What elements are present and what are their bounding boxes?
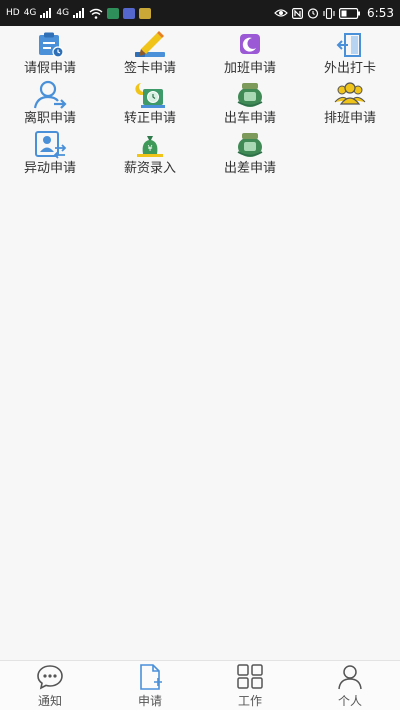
regular-clock-icon	[133, 80, 167, 110]
tab-work-label: 工作	[237, 693, 262, 708]
wifi-icon	[89, 8, 103, 19]
salary-entry-label: 薪资录入	[123, 161, 176, 176]
salary-moneybag-icon: ¥	[133, 130, 167, 160]
out-checkin-label: 外出打卡	[323, 61, 376, 76]
vehicle-jar-icon	[233, 80, 267, 110]
tab-work[interactable]: 工作	[200, 661, 300, 710]
sign-card-request-label: 签卡申请	[123, 61, 176, 76]
salary-entry-item[interactable]: ¥ 薪资录入	[100, 130, 200, 180]
schedule-request-label: 排班申请	[323, 111, 376, 126]
signal-2-label: 4G	[56, 8, 70, 18]
tab-apply-label: 申请	[137, 693, 162, 708]
application-grid: 请假申请 签卡申请 加班申请 外出打卡 离职申请 转正申请 出车申请 排班申请 …	[0, 30, 400, 180]
leave-calendar-icon	[33, 30, 67, 60]
sign-card-pencil-icon	[133, 30, 167, 60]
vibrate-icon	[323, 7, 335, 19]
business-trip-request-item[interactable]: 出差申请	[200, 130, 300, 180]
battery-icon	[339, 7, 361, 19]
tab-notifications[interactable]: 通知	[0, 661, 100, 710]
regularization-request-item[interactable]: 转正申请	[100, 80, 200, 130]
bottom-tab-bar: 通知 申请 工作 个人	[0, 660, 400, 710]
tab-notifications-label: 通知	[37, 693, 62, 708]
nfc-icon	[292, 7, 304, 19]
status-bar-right: 6:53	[274, 6, 394, 20]
person-icon	[335, 663, 365, 691]
svg-text:¥: ¥	[147, 144, 152, 153]
overtime-request-label: 加班申请	[223, 61, 276, 76]
vehicle-request-item[interactable]: 出车申请	[200, 80, 300, 130]
signal-1-label: 4G	[23, 8, 37, 18]
door-exit-icon	[333, 30, 367, 60]
eye-icon	[274, 9, 288, 17]
clock: 6:53	[367, 6, 394, 20]
vehicle-request-label: 出车申请	[223, 111, 276, 126]
sign-card-request-item[interactable]: 签卡申请	[100, 30, 200, 80]
transfer-request-label: 异动申请	[23, 161, 76, 176]
resign-request-item[interactable]: 离职申请	[0, 80, 100, 130]
status-bar-left: HD 4G 4G	[6, 7, 152, 19]
schedule-request-item[interactable]: 排班申请	[300, 80, 400, 130]
chat-bubble-icon	[35, 663, 65, 691]
grid-icon	[235, 663, 265, 691]
leave-request-label: 请假申请	[23, 61, 76, 76]
notification-app-icon-3	[139, 7, 152, 19]
leave-request-item[interactable]: 请假申请	[0, 30, 100, 80]
document-add-icon	[135, 663, 165, 691]
alarm-icon	[307, 8, 319, 19]
resign-request-label: 离职申请	[23, 111, 76, 126]
business-trip-request-label: 出差申请	[223, 161, 276, 176]
overtime-request-item[interactable]: 加班申请	[200, 30, 300, 80]
overtime-moon-icon	[233, 30, 267, 60]
tab-personal-label: 个人	[337, 693, 362, 708]
business-trip-jar-icon	[233, 130, 267, 160]
schedule-group-icon	[333, 80, 367, 110]
signal-2-icon	[73, 8, 85, 18]
notification-app-icon-1	[107, 7, 120, 19]
transfer-request-item[interactable]: 异动申请	[0, 130, 100, 180]
hd-indicator: HD	[6, 8, 20, 18]
out-checkin-item[interactable]: 外出打卡	[300, 30, 400, 80]
transfer-person-icon	[33, 130, 67, 160]
tab-personal[interactable]: 个人	[300, 661, 400, 710]
grid-row-2: 离职申请 转正申请 出车申请 排班申请	[0, 80, 400, 130]
status-bar: HD 4G 4G 6:53	[0, 0, 400, 26]
tab-apply[interactable]: 申请	[100, 661, 200, 710]
grid-row-1: 请假申请 签卡申请 加班申请 外出打卡	[0, 30, 400, 80]
grid-row-3: 异动申请 ¥ 薪资录入 出差申请	[0, 130, 400, 180]
regularization-request-label: 转正申请	[123, 111, 176, 126]
resign-person-icon	[33, 80, 67, 110]
signal-1-icon	[40, 8, 52, 18]
notification-app-icon-2	[123, 7, 136, 19]
